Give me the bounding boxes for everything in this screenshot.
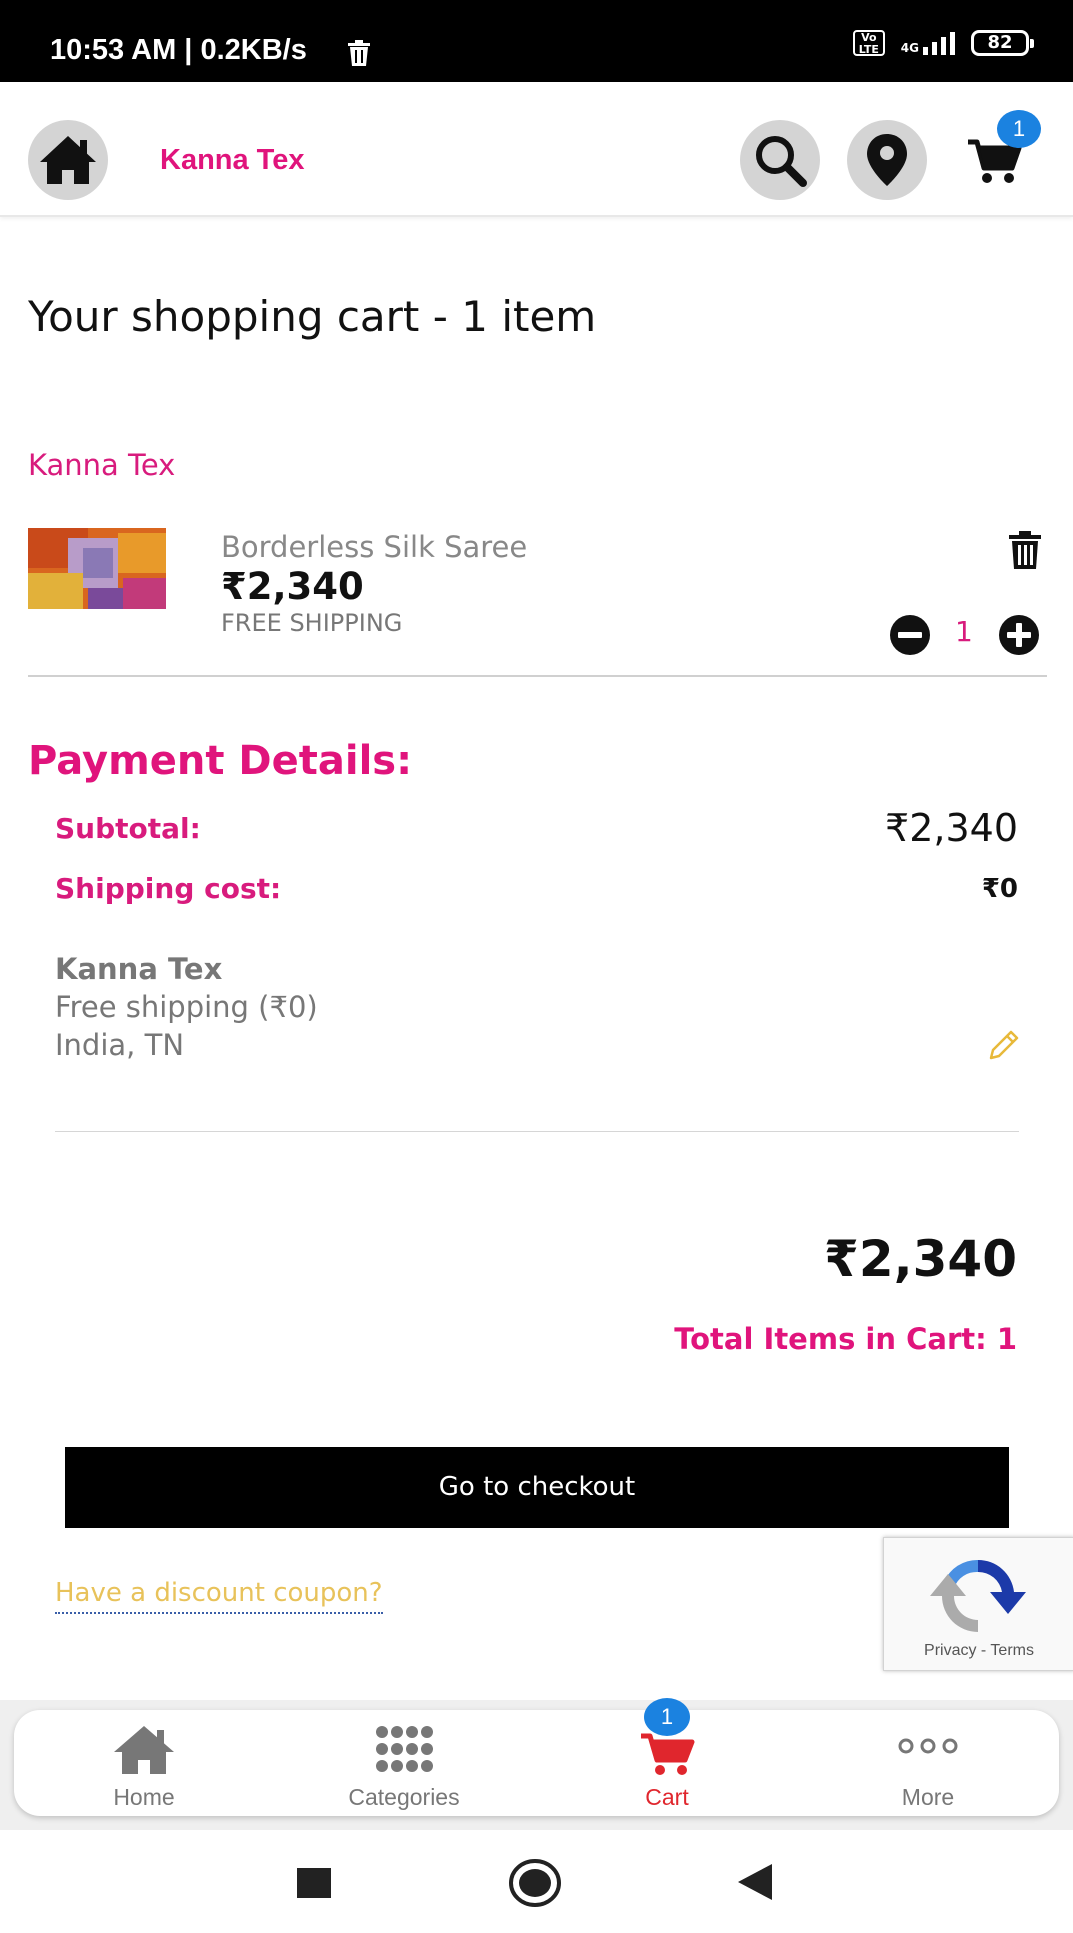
nav-more-label: More: [901, 1784, 955, 1810]
search-button[interactable]: [740, 120, 820, 200]
nav-categories-label: Categories: [348, 1784, 460, 1810]
page-title: Your shopping cart - 1 item: [28, 292, 597, 341]
location-button[interactable]: [847, 120, 927, 200]
payment-divider: [55, 1131, 1019, 1132]
subtotal-value: ₹2,340: [885, 806, 1018, 850]
product-name[interactable]: Borderless Silk Saree: [221, 530, 527, 564]
total-items-count: Total Items in Cart: 1: [674, 1322, 1017, 1356]
battery-icon: 82: [971, 30, 1034, 56]
nav-home[interactable]: Home: [44, 1710, 244, 1816]
product-thumbnail[interactable]: [28, 528, 166, 609]
recent-apps-button[interactable]: [297, 1868, 331, 1898]
increase-quantity-button[interactable]: [998, 614, 1040, 656]
cart-icon: [641, 1733, 695, 1775]
nav-cart-badge: 1: [644, 1698, 690, 1736]
shipping-cost-label: Shipping cost:: [55, 872, 282, 905]
volte-icon: Vo LTE: [852, 30, 885, 56]
shipping-seller: Kanna Tex: [55, 952, 223, 986]
grid-icon: [376, 1726, 433, 1772]
status-bar: 10:53 AM | 0.2KB/s Vo LTE 4G 82: [0, 0, 1073, 82]
shipping-note: FREE SHIPPING: [221, 609, 403, 637]
decrease-quantity-button[interactable]: [889, 614, 931, 656]
checkout-button[interactable]: Go to checkout: [65, 1447, 1009, 1528]
cart-count-badge: 1: [997, 110, 1041, 148]
nav-home-label: Home: [113, 1784, 175, 1810]
brand-name[interactable]: Kanna Tex: [160, 144, 305, 177]
home-system-button[interactable]: [509, 1858, 561, 1908]
home-icon: [114, 1726, 174, 1774]
status-time: 10:53 AM | 0.2KB/s: [50, 34, 307, 66]
payment-details-title: Payment Details:: [28, 738, 413, 784]
home-icon: [40, 136, 96, 184]
system-nav-bar: [0, 1830, 1073, 1933]
subtotal-label: Subtotal:: [55, 812, 201, 845]
quantity-value: 1: [955, 615, 973, 648]
signal-icon: 4G: [900, 31, 955, 55]
grand-total: ₹2,340: [824, 1230, 1017, 1288]
discount-coupon-link[interactable]: Have a discount coupon?: [55, 1578, 383, 1614]
more-icon: [898, 1738, 958, 1754]
location-icon: [867, 134, 907, 186]
product-price: ₹2,340: [221, 565, 364, 608]
delete-item-icon[interactable]: [1006, 530, 1044, 570]
shipping-method: Free shipping (₹0): [55, 990, 318, 1024]
search-icon: [756, 136, 807, 187]
shipping-cost-value: ₹0: [981, 874, 1018, 904]
nav-categories[interactable]: Categories: [304, 1710, 504, 1816]
edit-shipping-icon[interactable]: [985, 1028, 1021, 1064]
home-button[interactable]: [28, 120, 108, 200]
shipping-region: India, TN: [55, 1028, 185, 1062]
nav-cart-label: Cart: [645, 1784, 689, 1810]
trash-status-icon: [348, 40, 370, 66]
network-type: 4G: [900, 40, 919, 55]
recaptcha-links[interactable]: Privacy - Terms: [884, 1642, 1073, 1660]
item-divider: [28, 675, 1047, 677]
bottom-nav: Home Categories Cart More: [14, 1710, 1059, 1816]
nav-more[interactable]: More: [828, 1710, 1028, 1816]
recaptcha-icon: [930, 1559, 1026, 1632]
seller-name[interactable]: Kanna Tex: [28, 448, 175, 482]
back-system-button[interactable]: [736, 1862, 774, 1902]
recaptcha-badge[interactable]: Privacy - Terms: [883, 1537, 1073, 1671]
